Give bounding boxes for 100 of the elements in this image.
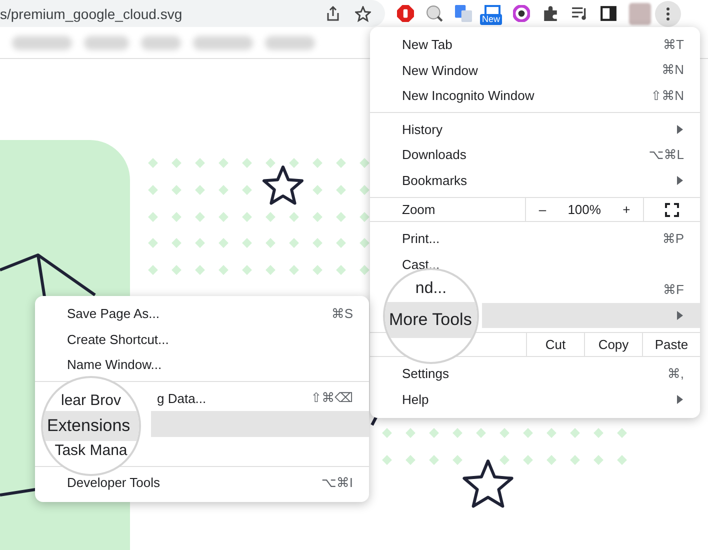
menu-button[interactable]: [655, 0, 681, 26]
dot-pattern-mark: [289, 212, 299, 222]
dot-pattern-mark: [242, 238, 252, 248]
menu-item[interactable]: Bookmarks: [370, 168, 700, 193]
dot-pattern-mark: [266, 212, 276, 222]
media-list-icon[interactable]: [571, 5, 588, 22]
address-bar[interactable]: s/premium_google_cloud.svg: [0, 0, 385, 27]
magnified-text: More Tools: [389, 310, 472, 330]
zoom-out-button[interactable]: –: [534, 202, 550, 217]
dot-pattern-mark: [476, 428, 486, 438]
star-icon: [462, 460, 514, 508]
dot-pattern-mark: [172, 185, 182, 195]
menu-item[interactable]: New Tab ⌘T: [370, 32, 700, 58]
dot-pattern-mark: [523, 428, 533, 438]
menu-item[interactable]: Create Shortcut...: [35, 326, 369, 352]
dot-pattern-mark: [429, 455, 439, 465]
menu-item[interactable]: Name Window...: [35, 352, 369, 378]
dot-pattern-mark: [266, 158, 276, 168]
dot-pattern-mark: [148, 185, 158, 195]
menu-item[interactable]: g Data... ⇧⌘⌫: [151, 386, 369, 411]
side-panel-icon[interactable]: [600, 5, 617, 22]
dot-pattern-mark: [382, 428, 392, 438]
dot-pattern-mark: [172, 212, 182, 222]
menu-item[interactable]: New Incognito Window ⇧⌘N: [370, 83, 700, 108]
share-icon[interactable]: [325, 6, 341, 22]
menu-item[interactable]: History: [370, 116, 700, 142]
dot-pattern-mark: [218, 265, 228, 275]
dot-pattern-mark: [312, 185, 322, 195]
shortcut-label: ⌘F: [663, 282, 684, 298]
menu-item[interactable]: Print... ⌘P: [370, 226, 700, 252]
dot-pattern-mark: [546, 455, 556, 465]
dot-pattern-mark: [360, 265, 370, 275]
dot-pattern-mark: [360, 158, 370, 168]
camera-lens-icon[interactable]: [513, 5, 530, 22]
shortcut-label: ⌘S: [331, 306, 353, 322]
dot-pattern-mark: [336, 212, 346, 222]
menu-item[interactable]: Developer Tools ⌥⌘I: [35, 470, 369, 496]
dot-pattern-mark: [452, 428, 462, 438]
dot-pattern-mark: [429, 428, 439, 438]
dot-pattern-mark: [594, 428, 604, 438]
edit-button[interactable]: Paste: [642, 333, 700, 356]
dot-pattern-mark: [242, 212, 252, 222]
menu-item[interactable]: Settings ⌘,: [370, 361, 700, 386]
edit-button[interactable]: Copy: [584, 333, 642, 356]
dot-pattern-mark: [523, 455, 533, 465]
dot-pattern-mark: [195, 185, 205, 195]
edit-button[interactable]: Cut: [526, 333, 584, 356]
dot-pattern-mark: [382, 455, 392, 465]
shortcut-label: ⌥⌘I: [321, 474, 353, 491]
dot-pattern-mark: [500, 455, 510, 465]
dot-pattern-mark: [312, 212, 322, 222]
dot-pattern-mark: [148, 212, 158, 222]
blurred-bookmark: [84, 36, 129, 50]
menu-item[interactable]: Save Page As... ⌘S: [35, 301, 369, 326]
translate-icon[interactable]: [455, 5, 472, 22]
dot-pattern-mark: [546, 428, 556, 438]
menu-item[interactable]: Downloads ⌥⌘L: [370, 142, 700, 168]
dot-pattern-mark: [360, 185, 370, 195]
window-icon[interactable]: [484, 5, 501, 17]
dot-pattern-mark: [172, 265, 182, 275]
puzzle-icon[interactable]: [542, 5, 559, 22]
bookmark-star-icon[interactable]: [355, 6, 371, 22]
stop-sign-icon[interactable]: [397, 5, 414, 22]
magnifier-icon[interactable]: [426, 5, 443, 22]
dot-pattern-mark: [406, 428, 416, 438]
dot-pattern-mark: [172, 158, 182, 168]
dot-pattern-mark: [195, 265, 205, 275]
dot-pattern-mark: [242, 158, 252, 168]
menu-item[interactable]: Help: [370, 386, 700, 412]
dot-pattern-mark: [336, 238, 346, 248]
dot-pattern-mark: [289, 265, 299, 275]
magnified-text: Task Mana: [54, 441, 128, 461]
dot-pattern-mark: [312, 238, 322, 248]
dot-pattern-mark: [242, 185, 252, 195]
shortcut-label: ⌘,: [667, 366, 684, 382]
dot-pattern-mark: [242, 265, 252, 275]
blurred-bookmark: [193, 36, 253, 50]
dot-pattern-mark: [617, 428, 627, 438]
star-icon: [262, 166, 304, 205]
shortcut-label: ⌥⌘L: [648, 146, 684, 163]
menu-item[interactable]: New Window ⌘N: [370, 58, 700, 83]
dot-pattern-mark: [500, 428, 510, 438]
zoom-in-button[interactable]: +: [618, 202, 634, 217]
dot-pattern-mark: [195, 158, 205, 168]
dot-pattern-mark: [617, 455, 627, 465]
dot-pattern-mark: [336, 158, 346, 168]
menu-item[interactable]: ⌘F: [482, 277, 700, 302]
dot-pattern-mark: [266, 238, 276, 248]
dot-pattern-mark: [218, 185, 228, 195]
magnified-text: Extensions: [47, 416, 130, 436]
dot-pattern-mark: [218, 212, 228, 222]
dot-pattern-mark: [360, 238, 370, 248]
dot-pattern-mark: [312, 158, 322, 168]
dot-pattern-mark: [148, 238, 158, 248]
menu-item[interactable]: Cast...: [370, 252, 700, 277]
dot-pattern-mark: [570, 455, 580, 465]
dot-pattern-mark: [336, 185, 346, 195]
url-text: s/premium_google_cloud.svg: [0, 6, 184, 22]
dot-pattern-mark: [570, 428, 580, 438]
dot-pattern-mark: [195, 212, 205, 222]
